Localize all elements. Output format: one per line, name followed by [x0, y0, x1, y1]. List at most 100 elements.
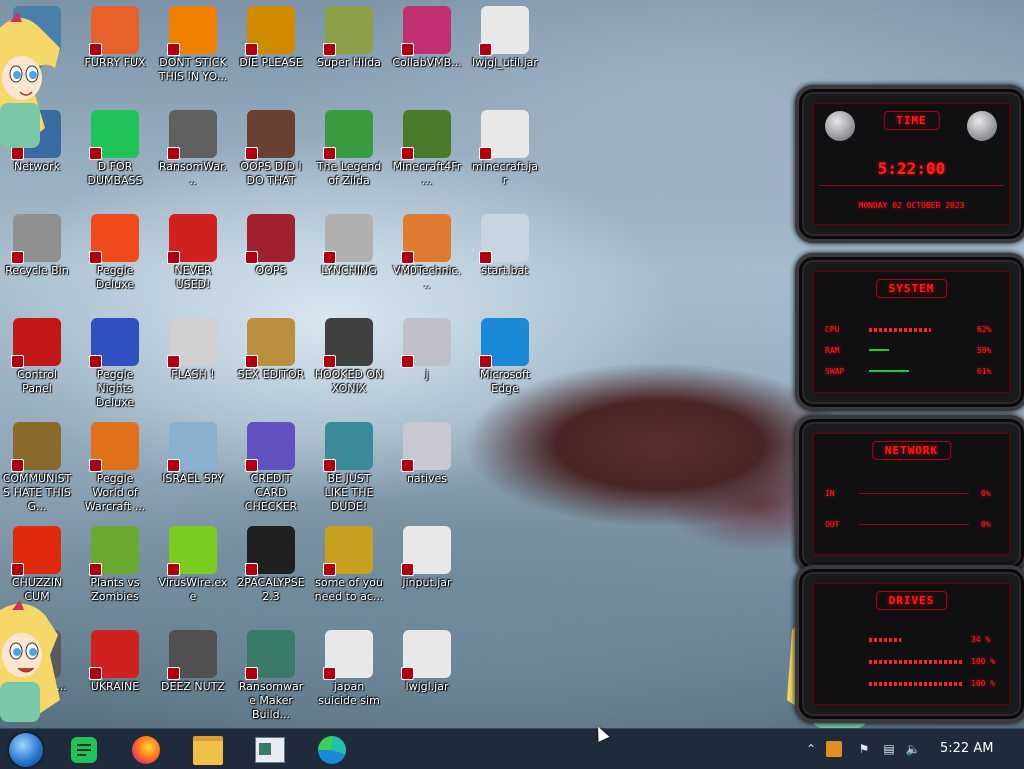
volume-icon[interactable]: 🔈: [905, 741, 921, 757]
desktop-icon[interactable]: UKRAINE: [78, 626, 152, 726]
shortcut-badge-icon: [89, 667, 102, 680]
desktop-icon-label: Microsoft Edge: [479, 368, 531, 395]
shortcut-badge-icon: [323, 251, 336, 264]
desktop-icon-label: CREDIT CARD CHECKER: [244, 472, 298, 513]
app-window-taskbar-button[interactable]: [250, 733, 290, 767]
app-icon: [11, 526, 61, 576]
desktop-icon[interactable]: VirusWire.exe: [156, 522, 230, 622]
shortcut-badge-icon: [89, 147, 102, 160]
file-explorer-taskbar-button[interactable]: [188, 733, 228, 767]
desktop-icon[interactable]: Plants vs Zombies: [78, 522, 152, 622]
show-hidden-icons-chevron-icon[interactable]: ⌃: [803, 741, 819, 757]
tray-app-icon[interactable]: [826, 741, 842, 757]
desktop-icon[interactable]: Peggle Nights Deluxe: [78, 314, 152, 414]
app-icon: [167, 110, 217, 160]
shortcut-badge-icon: [323, 459, 336, 472]
desktop-icon[interactable]: HOOKED ON XONIX: [312, 314, 386, 414]
system-widget-title: SYSTEM: [875, 279, 948, 298]
shortcut-badge-icon: [479, 43, 492, 56]
desktop-icon[interactable]: OOPS: [234, 210, 308, 310]
desktop-icon[interactable]: lwjgl.jar: [390, 626, 464, 726]
shortcut-badge-icon: [89, 459, 102, 472]
drive-usage-value: 100 %: [971, 657, 996, 666]
shortcut-badge-icon: [401, 43, 414, 56]
firefox-taskbar-button[interactable]: [126, 733, 166, 767]
shortcut-badge-icon: [323, 355, 336, 368]
shortcut-badge-icon: [401, 147, 414, 160]
desktop-icon[interactable]: Control Panel: [0, 314, 74, 414]
desktop-icon[interactable]: minecraft.jar: [468, 106, 542, 206]
desktop-icon[interactable]: The Legend of Zilda: [312, 106, 386, 206]
desktop-icon[interactable]: 2PACALYPSE 2.3: [234, 522, 308, 622]
start-button[interactable]: [6, 733, 46, 767]
desktop-icon[interactable]: CREDIT CARD CHECKER: [234, 418, 308, 518]
app-icon: [11, 214, 61, 264]
desktop-icon[interactable]: DONT STICK THIS IN YO...: [156, 2, 230, 102]
desktop-icon[interactable]: j: [390, 314, 464, 414]
desktop-icon[interactable]: DEEZ NUTZ: [156, 626, 230, 726]
desktop-icon[interactable]: japan suicide sim: [312, 626, 386, 726]
desktop-icon[interactable]: jinput.jar: [390, 522, 464, 622]
edge-taskbar-button[interactable]: [312, 733, 352, 767]
desktop-icon[interactable]: D FOR DUMBASS: [78, 106, 152, 206]
desktop-icon[interactable]: Peggle World of Warcraft ...: [78, 418, 152, 518]
firefox-icon: [132, 736, 160, 764]
desktop-icon-label: LYNCHING: [321, 264, 377, 277]
desktop-icon[interactable]: FURRY FUX: [78, 2, 152, 102]
spotify-taskbar-button[interactable]: [64, 733, 104, 767]
desktop-icon-label: CollabVMB...: [392, 56, 462, 69]
desktop-icon[interactable]: RansomWar...: [156, 106, 230, 206]
desktop-icon[interactable]: COMMUNISTS HATE THIS G...: [0, 418, 74, 518]
desktop-icon-label: D FOR DUMBASS: [87, 160, 143, 187]
desktop-icon[interactable]: FLASH !: [156, 314, 230, 414]
desktop-icon[interactable]: Microsoft Edge: [468, 314, 542, 414]
app-icon: [479, 214, 529, 264]
desktop-icon[interactable]: Ransomware Maker Build...: [234, 626, 308, 726]
taskbar-clock[interactable]: 5:22 AM: [940, 741, 993, 756]
desktop-icon-label: OOPS: [255, 264, 287, 277]
shortcut-badge-icon: [167, 667, 180, 680]
desktop-icon[interactable]: SEX EDITOR: [234, 314, 308, 414]
desktop-icon[interactable]: BE JUST LIKE THE DUDE!: [312, 418, 386, 518]
network-icon[interactable]: ▤: [881, 741, 897, 757]
green-document-icon: [71, 737, 97, 763]
app-icon: [167, 422, 217, 472]
window-icon: [255, 737, 285, 763]
desktop-icon[interactable]: Peggle Deluxe: [78, 210, 152, 310]
desktop-icon[interactable]: VM0Technic...: [390, 210, 464, 310]
flag-icon[interactable]: ⚑: [856, 741, 872, 757]
desktop-icon[interactable]: ISRAEL SPY: [156, 418, 230, 518]
shortcut-badge-icon: [401, 667, 414, 680]
desktop-icon[interactable]: CollabVMB...: [390, 2, 464, 102]
shortcut-badge-icon: [167, 43, 180, 56]
desktop-icon[interactable]: NEVER USED!: [156, 210, 230, 310]
desktop-icon[interactable]: lwjgl_util.jar: [468, 2, 542, 102]
time-widget-clock: 5:22:00: [877, 159, 946, 178]
desktop-icon-label: lwjgl.jar: [405, 680, 449, 693]
network-out-value: 0%: [981, 520, 991, 529]
shortcut-badge-icon: [401, 459, 414, 472]
desktop-icon[interactable]: Recycle Bin: [0, 210, 74, 310]
desktop-icon-label: COMMUNISTS HATE THIS G...: [2, 472, 72, 513]
desktop-icon-label: FURRY FUX: [84, 56, 146, 69]
app-icon: [479, 6, 529, 56]
desktop-icon[interactable]: DIE PLEASE: [234, 2, 308, 102]
app-icon: [89, 214, 139, 264]
desktop-icon[interactable]: Super Hilda: [312, 2, 386, 102]
shortcut-badge-icon: [401, 563, 414, 576]
desktop-icon-label: Minecraft4Fr...: [392, 160, 462, 187]
desktop-icon[interactable]: some of you need to ac...: [312, 522, 386, 622]
system-row-value: 59%: [977, 346, 992, 355]
desktop-icon[interactable]: OOPS DID I DO THAT: [234, 106, 308, 206]
desktop-icon-label: DEEZ NUTZ: [161, 680, 225, 693]
desktop-icon-label: Peggle World of Warcraft ...: [84, 472, 146, 513]
app-icon: [245, 214, 295, 264]
network-in-graph: [859, 493, 969, 494]
desktop-icon[interactable]: Minecraft4Fr...: [390, 106, 464, 206]
system-row-bar: [869, 349, 889, 351]
desktop-icon[interactable]: natives: [390, 418, 464, 518]
shortcut-badge-icon: [167, 355, 180, 368]
desktop-icon[interactable]: LYNCHING: [312, 210, 386, 310]
network-in-label: IN: [825, 489, 835, 498]
desktop-icon[interactable]: start.bat: [468, 210, 542, 310]
